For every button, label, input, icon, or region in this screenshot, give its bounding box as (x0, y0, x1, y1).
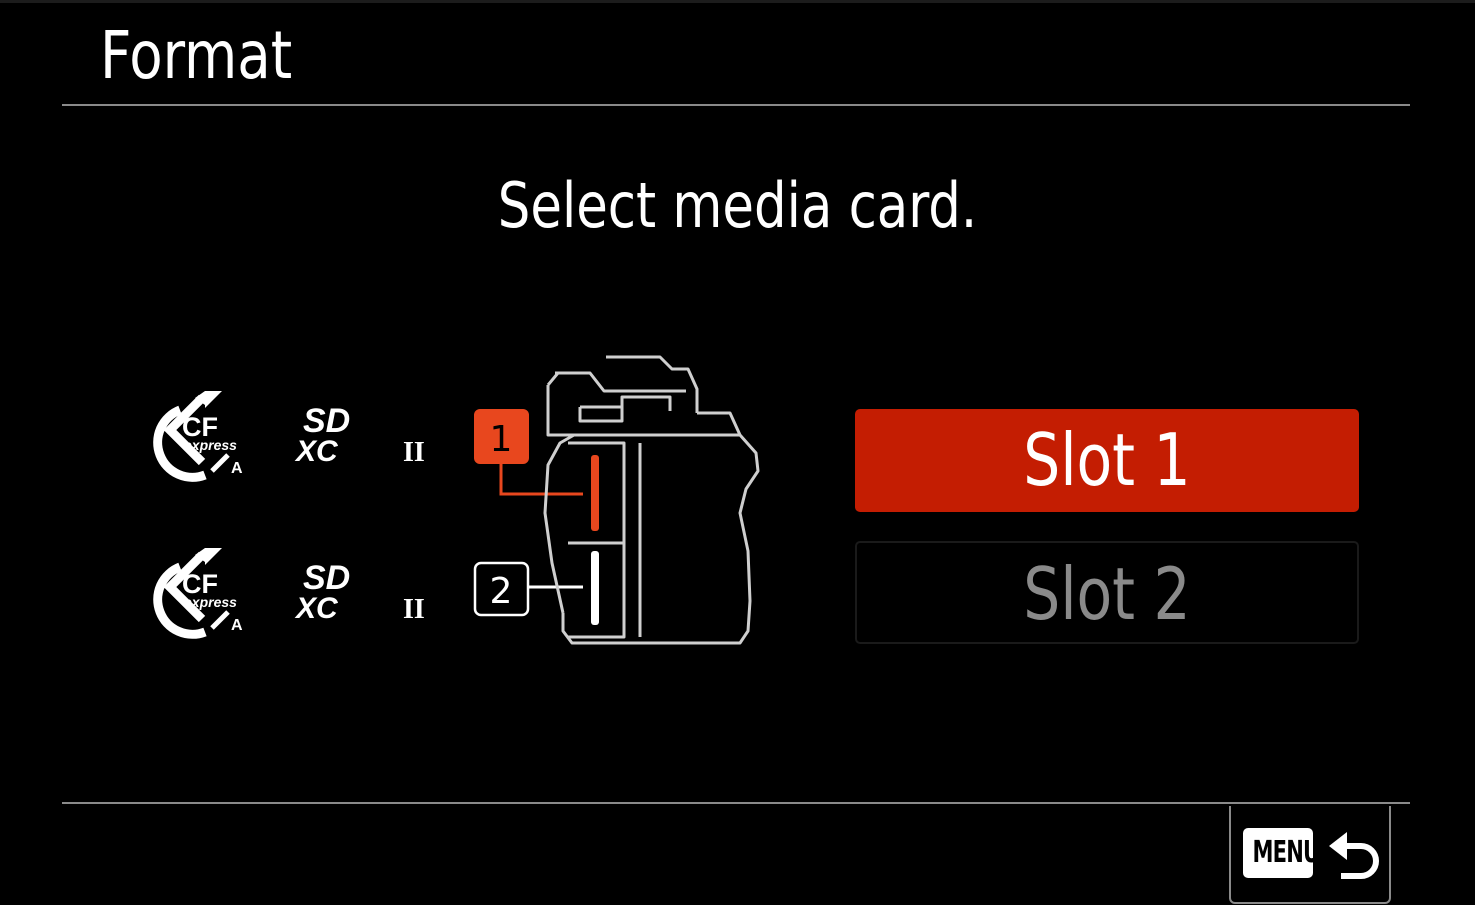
slot1-button[interactable]: Slot 1 (855, 409, 1359, 512)
format-screen: Format Select media card. CF express A S… (0, 0, 1475, 905)
express-logo-text: express (184, 437, 237, 453)
slot1-indicator (591, 455, 599, 531)
header-divider (62, 104, 1410, 106)
return-arrow-icon (1329, 832, 1379, 879)
xc-logo-text: XC (294, 592, 339, 625)
cfexpress-a-logo-slot1: CF express A (153, 391, 243, 482)
cf-type-text: A (231, 617, 243, 634)
xc-logo-text: XC (294, 435, 339, 468)
cf-type-text: A (231, 460, 243, 477)
slot2-indicator (591, 551, 599, 625)
footer-divider (62, 802, 1410, 804)
sdxc-uhs2-logo-slot2: SD XC II (294, 559, 425, 625)
slot1-label: Slot 1 (1023, 418, 1191, 502)
slot2-badge: 2 (473, 561, 530, 617)
uhs-ii-text: II (403, 594, 425, 625)
svg-text:1: 1 (490, 419, 513, 460)
uhs-ii-text: II (403, 437, 425, 468)
camera-slot-illustration: CF express A SD XC II CF express A SD XC… (153, 355, 760, 645)
select-media-prompt: Select media card. (497, 169, 978, 242)
page-title: Format (100, 17, 293, 94)
sdxc-uhs2-logo-slot1: SD XC II (294, 402, 425, 468)
camera-body-icon (543, 355, 760, 645)
slot1-badge: 1 (474, 409, 529, 464)
slot2-label: Slot 2 (1023, 552, 1191, 636)
slot2-button[interactable]: Slot 2 (855, 541, 1359, 644)
cfexpress-a-logo-slot2: CF express A (153, 548, 243, 639)
menu-back-button[interactable]: MENU (1229, 806, 1391, 904)
svg-text:2: 2 (490, 571, 513, 612)
slot1-leader-line (499, 464, 583, 496)
express-logo-text: express (184, 594, 237, 610)
menu-key-icon: MENU (1243, 828, 1320, 878)
